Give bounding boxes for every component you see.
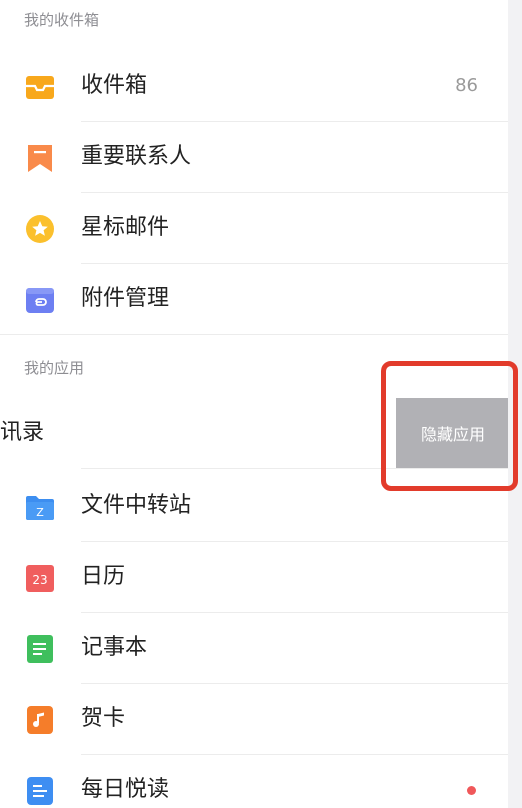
svg-text:Z: Z	[36, 506, 44, 519]
notepad-icon	[25, 634, 53, 663]
new-content-dot	[467, 786, 476, 795]
sidebar-item-label: 讯录	[0, 420, 45, 445]
sidebar-item-label: 文件中转站	[81, 493, 192, 518]
sidebar-item-label: 记事本	[81, 635, 148, 660]
sidebar-item-label: 收件箱	[81, 73, 148, 98]
highlight-annotation	[381, 361, 518, 491]
sidebar-item-label: 附件管理	[81, 286, 170, 311]
section-header-mailbox: 我的收件箱	[24, 11, 100, 29]
sidebar-item-label: 星标邮件	[81, 215, 170, 240]
bookmark-icon	[25, 143, 53, 172]
sidebar-item-starred[interactable]: 星标邮件	[0, 193, 508, 263]
sidebar-item-label: 每日悦读	[81, 777, 170, 802]
sidebar-item-notepad[interactable]: 记事本	[0, 613, 508, 683]
star-icon	[25, 214, 54, 243]
sidebar-item-label: 贺卡	[81, 706, 126, 731]
sidebar-item-inbox[interactable]: 收件箱 86	[0, 51, 508, 121]
section-header-apps: 我的应用	[24, 359, 85, 377]
divider	[0, 334, 508, 335]
music-card-icon	[25, 705, 53, 734]
unread-count: 86	[455, 75, 478, 96]
folder-icon: Z	[25, 492, 54, 520]
sidebar-item-greeting-card[interactable]: 贺卡	[0, 684, 508, 754]
sidebar-item-daily-reading[interactable]: 每日悦读	[0, 755, 508, 808]
sidebar-item-attachments[interactable]: 附件管理	[0, 264, 508, 334]
sidebar-item-label: 日历	[81, 564, 126, 589]
attachment-icon	[25, 285, 54, 313]
calendar-icon: 23	[25, 563, 54, 592]
inbox-icon	[25, 72, 54, 100]
sidebar-item-important-contacts[interactable]: 重要联系人	[0, 122, 508, 192]
svg-text:23: 23	[32, 573, 47, 587]
sidebar-item-calendar[interactable]: 23 日历	[0, 542, 508, 612]
sidebar-item-label: 重要联系人	[81, 144, 192, 169]
book-icon	[25, 776, 53, 805]
